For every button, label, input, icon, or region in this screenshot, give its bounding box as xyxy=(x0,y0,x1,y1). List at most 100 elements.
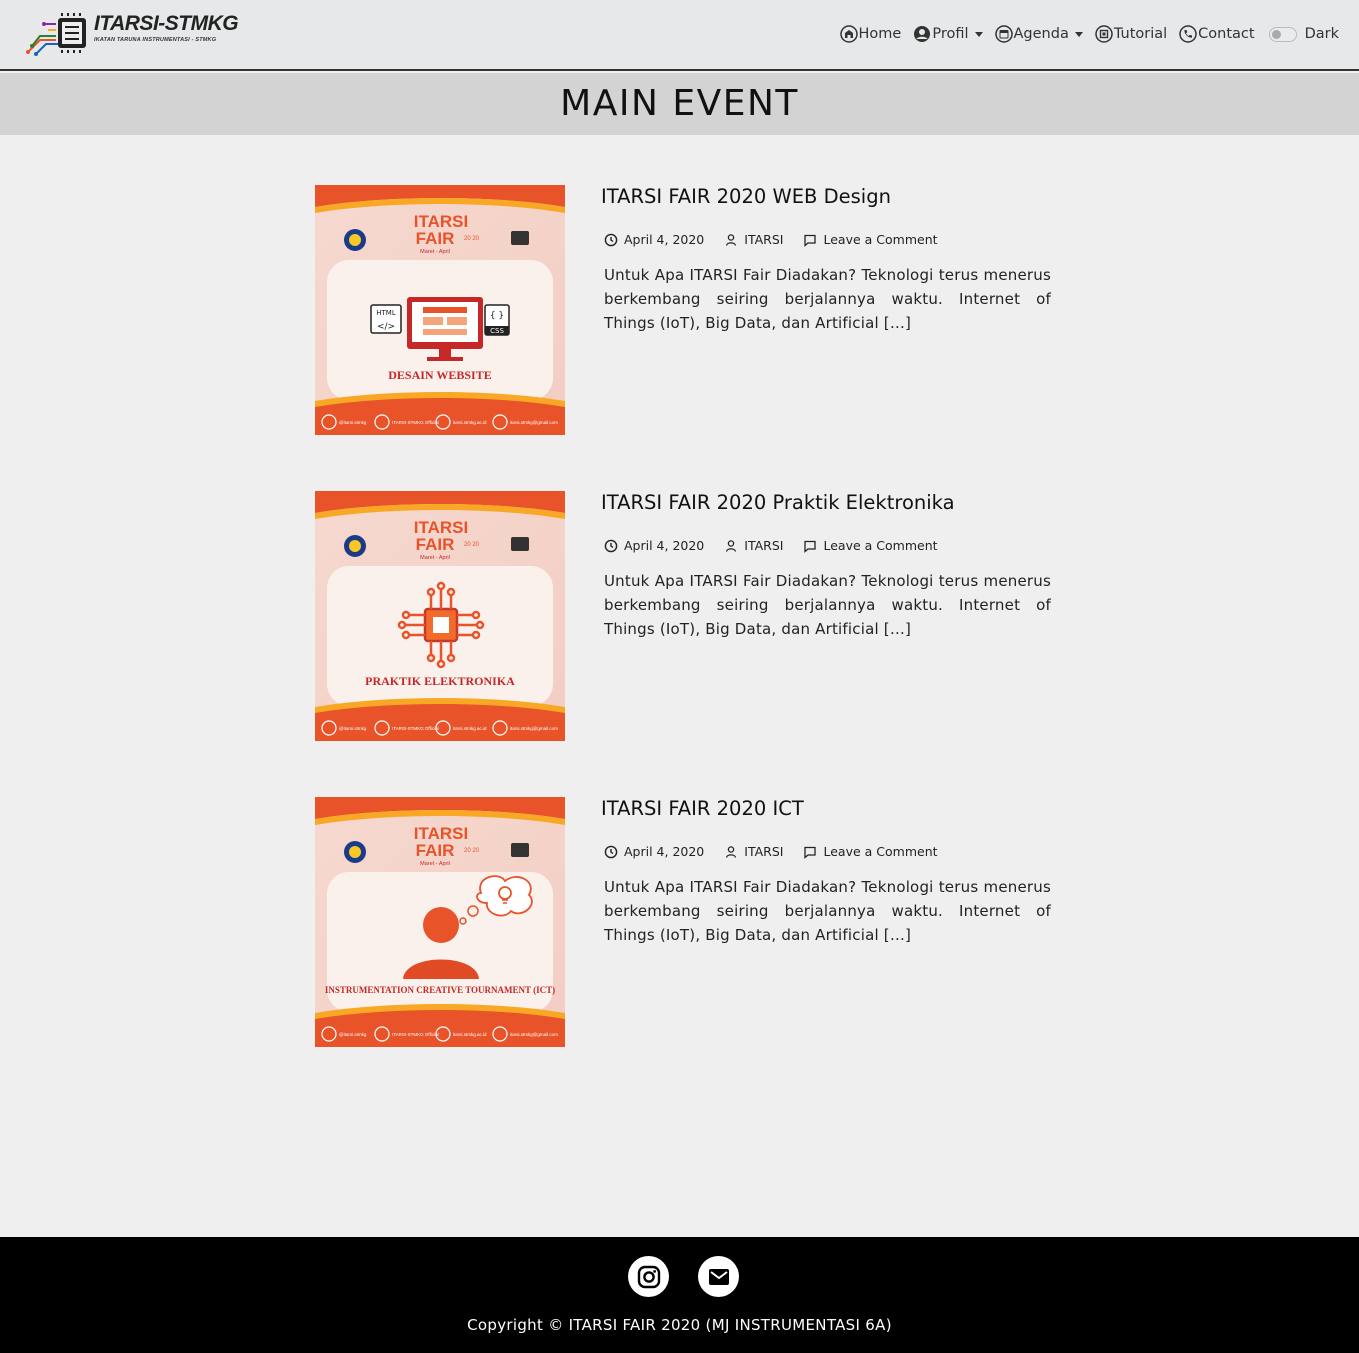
nav-contact[interactable]: Contact xyxy=(1179,25,1255,43)
svg-text:{ }: { } xyxy=(490,311,504,321)
post-title[interactable]: ITARSI FAIR 2020 ICT xyxy=(601,797,804,820)
post-thumbnail[interactable]: ITARSI FAIR 20 20 Maret - April HTML </>… xyxy=(315,185,565,435)
post-comment-link[interactable]: Leave a Comment xyxy=(803,232,938,247)
clock-icon xyxy=(604,845,618,858)
event-poster-image: ITARSI FAIR 20 20 Maret - April PRAKTIK … xyxy=(315,491,565,741)
user-icon xyxy=(726,845,737,858)
svg-text:PRAKTIK ELEKTRONIKA: PRAKTIK ELEKTRONIKA xyxy=(365,674,515,688)
post-author-label: ITARSI xyxy=(744,844,784,859)
svg-text:Maret - April: Maret - April xyxy=(420,861,450,867)
post-card: ITARSI FAIR 20 20 Maret - April INSTRUME… xyxy=(315,797,1055,1047)
nav-home-label: Home xyxy=(858,26,902,42)
nav-profil[interactable]: Profil xyxy=(913,25,983,43)
logo-subtitle: IKATAN TARUNA INSTRUMENTASI - STMKG xyxy=(94,37,217,43)
chevron-down-icon xyxy=(974,31,983,37)
svg-text:CSS: CSS xyxy=(490,327,504,335)
svg-text:ITARSI-STMKG Official: ITARSI-STMKG Official xyxy=(392,420,439,425)
post-date[interactable]: April 4, 2020 xyxy=(604,232,704,247)
instagram-link[interactable] xyxy=(628,1256,669,1297)
email-link[interactable] xyxy=(698,1256,739,1297)
site-logo[interactable]: ITARSI-STMKG IKATAN TARUNA INSTRUMENTASI… xyxy=(26,10,246,56)
svg-text:FAIR: FAIR xyxy=(416,535,455,554)
svg-text:@itarsi.stmkg: @itarsi.stmkg xyxy=(339,726,367,731)
nav-profil-label: Profil xyxy=(932,26,969,42)
svg-text:@itarsi.stmkg: @itarsi.stmkg xyxy=(339,420,367,425)
post-excerpt: Untuk Apa ITARSI Fair Diadakan? Teknolog… xyxy=(604,572,1051,638)
svg-text:itarsi.stmkg.ac.id: itarsi.stmkg.ac.id xyxy=(453,420,487,425)
post-comment-link[interactable]: Leave a Comment xyxy=(803,538,938,553)
logo-title: ITARSI-STMKG xyxy=(94,12,239,35)
circuit-logo-icon xyxy=(26,13,86,56)
nav-contact-label: Contact xyxy=(1198,26,1255,42)
chip-icon xyxy=(1095,25,1113,43)
copyright-text: Copyright © ITARSI FAIR 2020 (MJ INSTRUM… xyxy=(467,1316,892,1334)
post-thumbnail[interactable]: ITARSI FAIR 20 20 Maret - April PRAKTIK … xyxy=(315,491,565,741)
svg-text:itarsi.stmkg@gmail.com: itarsi.stmkg@gmail.com xyxy=(510,1032,558,1037)
svg-text:Maret - April: Maret - April xyxy=(420,249,450,255)
event-poster-image: ITARSI FAIR 20 20 Maret - April HTML </>… xyxy=(315,185,565,435)
post-comment-link[interactable]: Leave a Comment xyxy=(803,844,938,859)
dark-mode-label[interactable]: Dark xyxy=(1305,26,1339,42)
post-author[interactable]: ITARSI xyxy=(724,538,783,553)
post-comment-label: Leave a Comment xyxy=(823,538,938,553)
svg-text:ITARSI-STMKG Official: ITARSI-STMKG Official xyxy=(392,726,439,731)
itarsi-logo-icon xyxy=(511,231,529,245)
svg-text:FAIR: FAIR xyxy=(416,841,455,860)
svg-text:INSTRUMENTATION CREATIVE TOURN: INSTRUMENTATION CREATIVE TOURNAMENT (ICT… xyxy=(325,985,555,995)
user-icon xyxy=(726,233,737,246)
clock-icon xyxy=(604,233,618,246)
nav-agenda[interactable]: Agenda xyxy=(994,25,1083,43)
user-circle-icon xyxy=(914,26,931,42)
post-date[interactable]: April 4, 2020 xyxy=(604,844,704,859)
footer: Copyright © ITARSI FAIR 2020 (MJ INSTRUM… xyxy=(0,1237,1359,1353)
event-poster-image: ITARSI FAIR 20 20 Maret - April INSTRUME… xyxy=(315,797,565,1047)
comment-icon xyxy=(804,846,817,859)
post-title[interactable]: ITARSI FAIR 2020 Praktik Elektronika xyxy=(601,491,955,514)
nav-home[interactable]: Home xyxy=(839,25,902,43)
instagram-icon xyxy=(637,1265,660,1288)
post-card: ITARSI FAIR 20 20 Maret - April HTML </>… xyxy=(315,185,1055,435)
svg-text:itarsi.stmkg.ac.id: itarsi.stmkg.ac.id xyxy=(453,1032,487,1037)
post-author-label: ITARSI xyxy=(744,232,784,247)
comment-icon xyxy=(804,540,817,553)
page-title: MAIN EVENT xyxy=(560,83,799,124)
nav-tutorial[interactable]: Tutorial xyxy=(1095,25,1167,43)
clock-icon xyxy=(604,539,618,552)
dark-mode-toggle[interactable] xyxy=(1268,26,1297,42)
post-author[interactable]: ITARSI xyxy=(724,844,783,859)
post-excerpt: Untuk Apa ITARSI Fair Diadakan? Teknolog… xyxy=(604,266,1051,332)
post-meta: April 4, 2020 ITARSI Leave a Comment xyxy=(604,538,958,553)
svg-text:HTML: HTML xyxy=(376,309,396,317)
svg-text:ITARSI-STMKG Official: ITARSI-STMKG Official xyxy=(392,1032,439,1037)
svg-text:20 20: 20 20 xyxy=(464,542,480,548)
post-excerpt: Untuk Apa ITARSI Fair Diadakan? Teknolog… xyxy=(604,878,1051,944)
post-meta: April 4, 2020 ITARSI Leave a Comment xyxy=(604,844,958,859)
post-card: ITARSI FAIR 20 20 Maret - April PRAKTIK … xyxy=(315,491,1055,741)
page-title-banner: MAIN EVENT xyxy=(0,73,1359,135)
navbar: ITARSI-STMKG IKATAN TARUNA INSTRUMENTASI… xyxy=(0,0,1359,71)
post-date-label: April 4, 2020 xyxy=(624,538,705,553)
svg-text:20 20: 20 20 xyxy=(464,848,480,854)
chevron-down-icon xyxy=(1074,31,1083,37)
calendar-icon xyxy=(994,25,1013,43)
post-author[interactable]: ITARSI xyxy=(724,232,783,247)
svg-text:20 20: 20 20 xyxy=(464,236,480,242)
svg-text:Maret - April: Maret - April xyxy=(420,555,450,561)
post-date-label: April 4, 2020 xyxy=(624,232,705,247)
svg-text:DESAIN WEBSITE: DESAIN WEBSITE xyxy=(388,368,492,382)
nav-tutorial-label: Tutorial xyxy=(1113,26,1168,42)
post-comment-label: Leave a Comment xyxy=(823,232,938,247)
post-meta: April 4, 2020 ITARSI Leave a Comment xyxy=(604,232,958,247)
post-title[interactable]: ITARSI FAIR 2020 WEB Design xyxy=(601,185,891,208)
post-date[interactable]: April 4, 2020 xyxy=(604,538,704,553)
mail-icon xyxy=(708,1268,729,1285)
svg-text:itarsi.stmkg@gmail.com: itarsi.stmkg@gmail.com xyxy=(510,420,558,425)
itarsi-logo-icon xyxy=(511,843,529,857)
post-date-label: April 4, 2020 xyxy=(624,844,705,859)
svg-text:itarsi.stmkg.ac.id: itarsi.stmkg.ac.id xyxy=(453,726,487,731)
svg-text:itarsi.stmkg@gmail.com: itarsi.stmkg@gmail.com xyxy=(510,726,558,731)
main-nav: Home Profil Agenda Tutorial Contact Dark xyxy=(828,22,1339,46)
nav-agenda-label: Agenda xyxy=(1013,26,1069,42)
itarsi-logo-icon xyxy=(511,537,529,551)
post-thumbnail[interactable]: ITARSI FAIR 20 20 Maret - April INSTRUME… xyxy=(315,797,565,1047)
